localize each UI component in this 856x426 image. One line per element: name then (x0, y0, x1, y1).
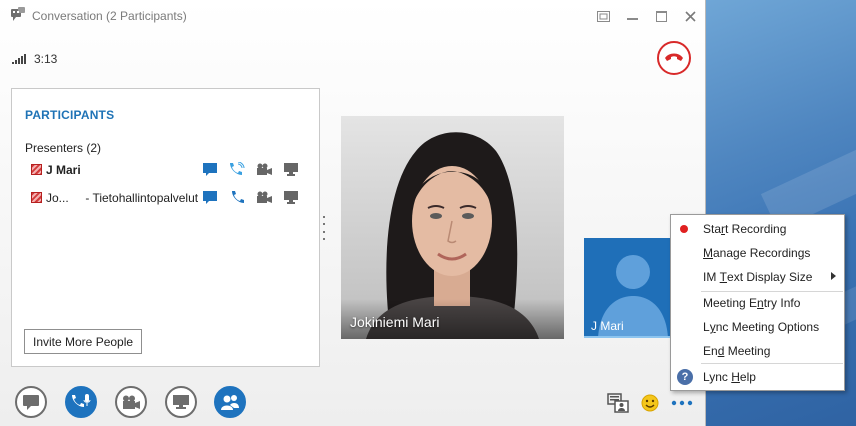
participants-button[interactable] (214, 386, 246, 418)
self-video-name: J Mari (591, 319, 624, 333)
participant-row[interactable]: J Mari (12, 159, 319, 181)
lync-app-icon (10, 7, 26, 23)
presenters-group-label[interactable]: Presenters (2) (25, 141, 101, 155)
participants-icon (221, 395, 239, 410)
participant-name: Jo... - Tietohallintopalvelut (46, 191, 199, 205)
minimize-button[interactable] (624, 8, 640, 24)
participant-name: J Mari (46, 163, 81, 177)
video-button[interactable] (115, 386, 147, 418)
self-video-tile[interactable]: J Mari (584, 238, 682, 338)
phone-active-icon[interactable] (228, 161, 245, 177)
conversation-layout-button[interactable] (606, 391, 630, 415)
im-icon[interactable] (201, 189, 218, 205)
more-options-menu: Sta r t Recording Manage Recordings IM Tex… (670, 214, 845, 391)
signal-strength-icon (12, 53, 28, 64)
close-icon (684, 10, 696, 22)
title-bar[interactable]: Conversation (2 Participants) (0, 0, 706, 32)
video-camera-icon[interactable] (255, 189, 272, 205)
presence-busy-icon (31, 164, 42, 175)
microphone-icon (72, 394, 91, 407)
participants-heading: PARTICIPANTS (25, 108, 115, 122)
emoticon-button[interactable] (638, 391, 662, 415)
menu-item-end-meeting[interactable]: En d Meeting (671, 340, 844, 362)
menu-item-start-recording[interactable]: Sta r t Recording (671, 218, 844, 240)
submenu-arrow-icon (831, 272, 836, 280)
panel-splitter-handle[interactable] (322, 216, 326, 240)
participants-panel: PARTICIPANTS Presenters (2) J Mari Jo...… (11, 88, 320, 367)
main-video-tile[interactable]: Jokiniemi Mari (341, 116, 564, 339)
more-dots-icon (671, 400, 693, 406)
video-camera-icon (123, 395, 140, 409)
layout-icon (607, 393, 629, 413)
menu-item-im-text-display-size[interactable]: IM Text Display Size (671, 266, 844, 288)
full-screen-button[interactable] (595, 8, 611, 24)
hang-up-button[interactable] (657, 41, 691, 75)
phone-icon[interactable] (228, 189, 245, 205)
call-timer: 3:13 (34, 52, 58, 66)
menu-item-meeting-entry-info[interactable]: Meeting En try Info (671, 292, 844, 314)
close-button[interactable] (682, 8, 698, 24)
video-camera-icon[interactable] (255, 161, 272, 177)
present-screen-icon (173, 394, 189, 409)
menu-separator (701, 363, 843, 364)
invite-more-people-button[interactable]: Invite More People (24, 329, 143, 354)
smiley-icon (641, 394, 659, 412)
monitor-icon[interactable] (282, 189, 299, 205)
present-button[interactable] (165, 386, 197, 418)
window-title: Conversation (2 Participants) (32, 9, 187, 23)
participant-row[interactable]: Jo... - Tietohallintopalvelut (12, 187, 319, 209)
conversation-window: Conversation (2 Participants) 3:13 PARTI… (0, 0, 706, 426)
presence-busy-icon (31, 192, 42, 203)
im-icon[interactable] (201, 161, 218, 177)
minimize-icon (626, 17, 638, 20)
menu-item-manage-recordings[interactable]: Manage Recordings (671, 242, 844, 264)
help-icon: ? (677, 369, 693, 385)
im-icon (23, 394, 39, 410)
maximize-icon (655, 10, 667, 22)
menu-item-lync-meeting-options[interactable]: Ly nc Meeting Options (671, 316, 844, 338)
full-screen-icon (596, 10, 610, 22)
monitor-icon[interactable] (282, 161, 299, 177)
main-video-participant-name: Jokiniemi Mari (350, 314, 440, 330)
im-button[interactable] (15, 386, 47, 418)
hang-up-phone-icon (665, 53, 683, 61)
maximize-button[interactable] (653, 8, 669, 24)
record-dot-icon (680, 225, 688, 233)
audio-button[interactable] (65, 386, 97, 418)
more-options-button[interactable] (670, 391, 694, 415)
menu-item-lync-help[interactable]: ? Lync Help (671, 366, 844, 388)
